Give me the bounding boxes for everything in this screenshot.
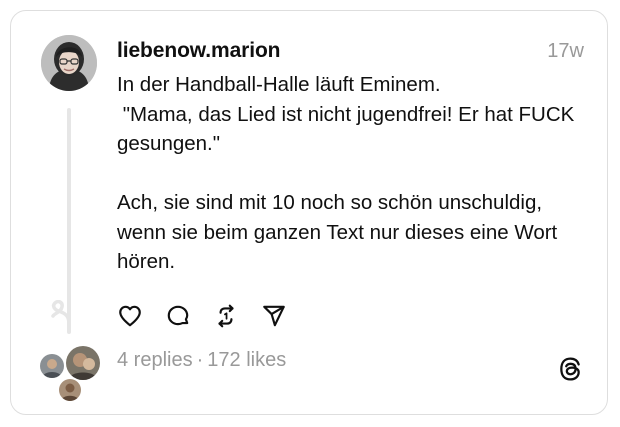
thread-loop-icon xyxy=(49,299,71,331)
comment-icon xyxy=(165,303,191,334)
repost-icon xyxy=(213,303,239,334)
reply-button[interactable] xyxy=(163,304,192,333)
repost-button[interactable] xyxy=(211,304,240,333)
post-text: In der Handball-Halle läuft Eminem. "Mam… xyxy=(117,73,575,273)
stats-separator: · xyxy=(196,349,204,371)
author-username[interactable]: liebenow.marion xyxy=(117,39,281,63)
share-button[interactable] xyxy=(259,304,288,333)
action-bar xyxy=(115,304,307,333)
replier-avatar xyxy=(38,352,66,380)
send-icon xyxy=(261,303,287,334)
likes-count[interactable]: 172 likes xyxy=(207,349,286,371)
replier-avatar xyxy=(57,377,83,403)
heart-icon xyxy=(117,303,143,334)
replies-count[interactable]: 4 replies xyxy=(117,349,193,371)
post-stats: 4 replies · 172 likes xyxy=(117,349,286,372)
like-button[interactable] xyxy=(115,304,144,333)
post-timestamp: 17w xyxy=(547,40,584,62)
threads-logo-icon[interactable] xyxy=(557,356,583,382)
author-avatar[interactable] xyxy=(41,35,97,91)
